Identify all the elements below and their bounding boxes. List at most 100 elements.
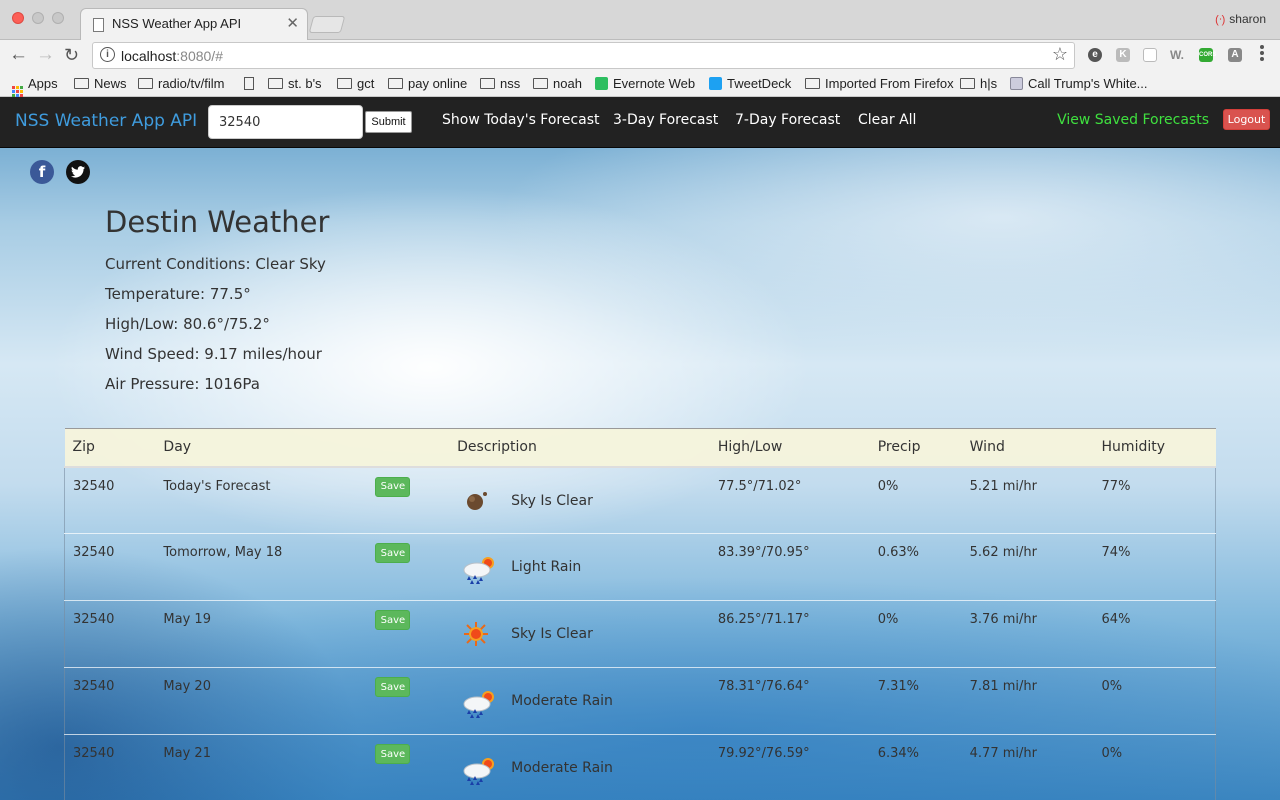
row-description: Moderate Rain [511,693,613,709]
w-extension-icon[interactable]: W. [1170,48,1184,62]
forward-icon[interactable]: → [36,44,55,66]
close-tab-icon[interactable]: ✕ [286,14,299,32]
bookmark-evernote-web[interactable]: Evernote Web [595,75,695,93]
bookmark-star-icon[interactable]: ☆ [1052,44,1068,65]
row-day: May 20 [163,679,211,694]
bookmark-gct[interactable]: gct [337,75,374,93]
row-day-cell: Today's Forecast Save [155,466,450,534]
row-description: Moderate Rain [511,760,613,776]
table-row: 32540 May 19 Save Sky Is Clear 86.25°/71.17°… [64,600,1216,668]
bookmark-imported-from-firefox[interactable]: Imported From Firefox [805,75,954,93]
clear-all-link[interactable]: Clear All [858,112,916,128]
row-high-low: 78.31°/76.64° [709,667,870,735]
page-icon [93,18,104,32]
bookmark-page[interactable] [244,75,259,93]
browser-tab-strip: NSS Weather App API ✕ (ᐧ) sharon [0,0,1280,41]
folder-icon [960,78,975,89]
bookmark-st-bs[interactable]: st. b's [268,75,322,93]
view-saved-forecasts-link[interactable]: View Saved Forecasts [1057,112,1209,128]
browser-tab[interactable]: NSS Weather App API ✕ [80,8,308,41]
table-header-row: Zip Day Description High/Low Precip Wind… [64,428,1216,468]
bookmark-apps[interactable]: Apps [12,75,58,97]
bookmark-label: Apps [28,76,58,91]
page-icon [1010,77,1023,90]
bookmark-label: Call Trump's White... [1028,76,1148,91]
app-brand[interactable]: NSS Weather App API [15,111,197,131]
show-todays-forecast-link[interactable]: Show Today's Forecast [442,112,600,128]
bookmark-pay-online[interactable]: pay online [388,75,467,93]
folder-icon [533,78,548,89]
bookmark-radio-tv-film[interactable]: radio/tv/film [138,75,224,93]
bookmark-call-trump[interactable]: Call Trump's White... [1010,75,1148,93]
row-description: Light Rain [511,559,582,575]
row-precip: 0.63% [869,533,962,601]
row-zip: 32540 [64,734,156,800]
row-day-cell: May 19 Save [155,600,450,668]
extension-icon[interactable]: K [1116,48,1130,62]
save-button[interactable]: Save [375,610,411,630]
table-row: 32540 Tomorrow, May 18 Save Light Rain 83.39… [64,533,1216,601]
rain-sun-icon [461,688,495,718]
three-day-forecast-link[interactable]: 3-Day Forecast [613,112,718,128]
bookmark-noah[interactable]: noah [533,75,582,93]
tab-title: NSS Weather App API [112,16,242,31]
bookmark-hs[interactable]: h|s [960,75,997,93]
save-button[interactable]: Save [375,744,411,764]
current-conditions-text: Current Conditions: Clear Sky [105,255,326,273]
zip-input[interactable] [208,105,363,139]
browser-toolbar: ← → ↻ i localhost:8080/# ☆ e K W. CORS A [0,40,1280,71]
rain-sun-icon [461,554,495,584]
folder-icon [138,78,153,89]
info-icon[interactable]: i [100,47,115,62]
row-humidity: 74% [1093,533,1216,601]
twitter-icon[interactable] [66,160,90,184]
column-header-zip: Zip [64,428,156,468]
row-humidity: 0% [1093,667,1216,735]
tweetdeck-icon [709,77,722,90]
bookmark-news[interactable]: News [74,75,127,93]
bookmark-label: gct [357,76,375,91]
close-window-button[interactable] [12,12,24,24]
evernote-icon [595,77,608,90]
bookmark-tweetdeck[interactable]: TweetDeck [709,75,791,93]
sun-icon [461,621,491,647]
facebook-icon[interactable]: f [30,160,54,184]
url-host: localhost [121,48,177,64]
row-high-low: 77.5°/71.02° [709,466,870,534]
save-button[interactable]: Save [375,543,411,563]
minimize-window-button[interactable] [32,12,44,24]
bookmark-nss[interactable]: nss [480,75,520,93]
maximize-window-button[interactable] [52,12,64,24]
row-day-cell: May 20 Save [155,667,450,735]
row-humidity: 0% [1093,734,1216,800]
forecast-table: Zip Day Description High/Low Precip Wind… [64,428,1216,800]
profile-button[interactable]: (ᐧ) sharon [1215,12,1266,26]
cors-extension-icon[interactable]: CORS [1199,48,1216,62]
reload-icon[interactable]: ↻ [64,44,79,66]
current-high-low: High/Low: 80.6°/75.2° [105,315,270,333]
column-header-humidity: Humidity [1093,428,1216,468]
row-zip: 32540 [64,600,156,668]
submit-button[interactable]: Submit [365,111,412,133]
column-header-day: Day [155,428,450,468]
row-high-low: 83.39°/70.95° [709,533,870,601]
row-description-cell: Light Rain [449,533,710,601]
save-button[interactable]: Save [375,677,411,697]
evernote-ext-icon[interactable]: e [1088,48,1102,62]
back-icon[interactable]: ← [9,44,28,66]
save-button[interactable]: Save [375,476,411,497]
extension-blank-icon[interactable] [1143,48,1157,62]
column-header-description: Description [449,428,710,468]
row-wind: 5.62 mi/hr [961,533,1094,601]
column-header-precip: Precip [869,428,962,468]
address-bar[interactable]: i localhost:8080/# ☆ [92,42,1075,69]
row-day: Tomorrow, May 18 [163,545,283,560]
logout-button[interactable]: Logout [1223,109,1270,130]
bookmarks-bar: Apps News radio/tv/film st. b's gct pay … [0,71,1280,97]
row-zip: 32540 [64,533,156,601]
new-tab-button[interactable] [308,16,346,33]
row-day: Today's Forecast [163,478,271,494]
browser-menu-icon[interactable] [1260,45,1264,63]
angular-extension-icon[interactable]: A [1228,48,1242,62]
seven-day-forecast-link[interactable]: 7-Day Forecast [735,112,840,128]
